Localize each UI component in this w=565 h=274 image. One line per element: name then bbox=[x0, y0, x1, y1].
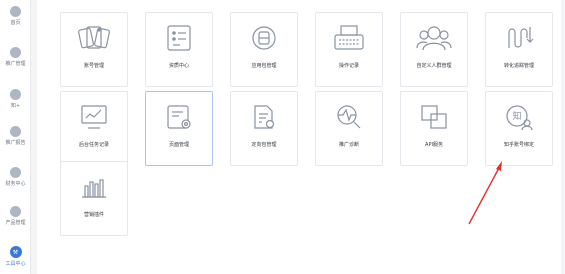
promotion-icon bbox=[10, 47, 21, 58]
tool-card-label: 转化追踪管理 bbox=[503, 63, 534, 69]
tool-card-label: 账号管理 bbox=[83, 63, 104, 69]
sidebar-item-report[interactable]: 推广报告 bbox=[0, 126, 31, 146]
tool-card-targeting-package[interactable]: 定向包管理 bbox=[230, 91, 298, 166]
sidebar-item-home[interactable]: 首页 bbox=[0, 6, 31, 26]
sidebar-item-finance[interactable]: 财务中心 bbox=[0, 167, 31, 187]
sidebar-item-tools[interactable]: ⚒ 工具中心 bbox=[0, 246, 31, 267]
sidebar-item-label: 首页 bbox=[10, 20, 21, 26]
task-monitor-icon bbox=[81, 105, 107, 129]
report-icon bbox=[10, 126, 21, 137]
tool-card-custom-audience[interactable]: 自定义人群管理 bbox=[400, 12, 468, 87]
tool-card-label: 应用包管理 bbox=[251, 63, 277, 69]
zhiplus-icon bbox=[10, 89, 21, 100]
zhihu-badge: 知 bbox=[512, 110, 521, 122]
tool-card-conversion-tracking[interactable]: 转化追踪管理 bbox=[485, 12, 553, 87]
sidebar-item-label: 推广报告 bbox=[5, 140, 26, 146]
tool-card-zhihu-account-binding[interactable]: 知 知乎账号绑定 bbox=[485, 91, 553, 166]
tool-card-label: 定向包管理 bbox=[251, 142, 277, 148]
custom-audience-icon bbox=[416, 26, 452, 51]
tool-card-label: API服务 bbox=[425, 142, 443, 148]
tool-card-background-task-log[interactable]: 后台任务记录 bbox=[60, 91, 128, 166]
tool-card-label: 知乎账号绑定 bbox=[503, 142, 534, 148]
typewriter-icon bbox=[334, 25, 364, 50]
sidebar-item-zhiplus[interactable]: 知+ bbox=[0, 89, 31, 109]
tool-card-qualification-center[interactable]: 资质中心 bbox=[145, 12, 213, 87]
tool-card-label: 营销插件 bbox=[83, 212, 104, 218]
sidebar-item-label: 推广管理 bbox=[5, 61, 26, 67]
qualification-list-icon bbox=[167, 25, 191, 51]
product-icon bbox=[10, 206, 21, 217]
targeting-package-icon bbox=[254, 105, 275, 129]
zhihu-account-binding-icon: 知 bbox=[506, 105, 533, 131]
sidebar-item-label: 财务中心 bbox=[5, 181, 26, 187]
tools-icon: ⚒ bbox=[9, 246, 22, 258]
tool-card-marketing-plugin[interactable]: 营销插件 bbox=[60, 161, 128, 236]
tool-card-label: 后台任务记录 bbox=[78, 142, 109, 148]
tool-card-promotion-diagnosis[interactable]: 推广诊断 bbox=[315, 91, 383, 166]
sidebar-item-label: 工具中心 bbox=[5, 261, 26, 267]
sidebar: 首页 推广管理 知+ 推广报告 财务中心 产品管理 ⚒ 工具中心 bbox=[0, 0, 31, 274]
tool-card-label: 页面管理 bbox=[168, 142, 189, 148]
sidebar-item-product[interactable]: 产品管理 bbox=[0, 206, 31, 226]
tool-card-label: 推广诊断 bbox=[338, 142, 359, 148]
app-package-icon bbox=[252, 26, 276, 50]
account-cards-icon bbox=[78, 26, 110, 49]
tool-card-account-management[interactable]: 账号管理 bbox=[60, 12, 128, 87]
tool-card-operation-log[interactable]: 操作记录 bbox=[315, 12, 383, 87]
finance-icon bbox=[10, 167, 21, 178]
diagnosis-icon bbox=[337, 105, 361, 129]
tool-card-app-package-management[interactable]: 应用包管理 bbox=[230, 12, 298, 87]
tool-card-label: 自定义人群管理 bbox=[416, 63, 452, 69]
sidebar-item-label: 产品管理 bbox=[5, 220, 26, 226]
tool-card-api-service[interactable]: API服务 bbox=[400, 91, 468, 166]
tool-card-label: 操作记录 bbox=[338, 63, 359, 69]
marketing-plugin-icon bbox=[82, 179, 106, 198]
api-service-icon bbox=[421, 105, 447, 129]
tool-center-main: 账号管理 资质中心 应用包管理 操作记录 自定义人群管理 转化追踪管理 后台任务… bbox=[37, 0, 561, 274]
home-icon bbox=[10, 6, 21, 17]
page-settings-icon bbox=[167, 105, 191, 129]
conversion-tracking-icon bbox=[508, 27, 534, 48]
tool-card-page-management[interactable]: 页面管理 bbox=[145, 91, 213, 166]
sidebar-item-label: 知+ bbox=[10, 103, 21, 109]
tool-card-label: 资质中心 bbox=[168, 63, 189, 69]
sidebar-item-promotion[interactable]: 推广管理 bbox=[0, 47, 31, 67]
